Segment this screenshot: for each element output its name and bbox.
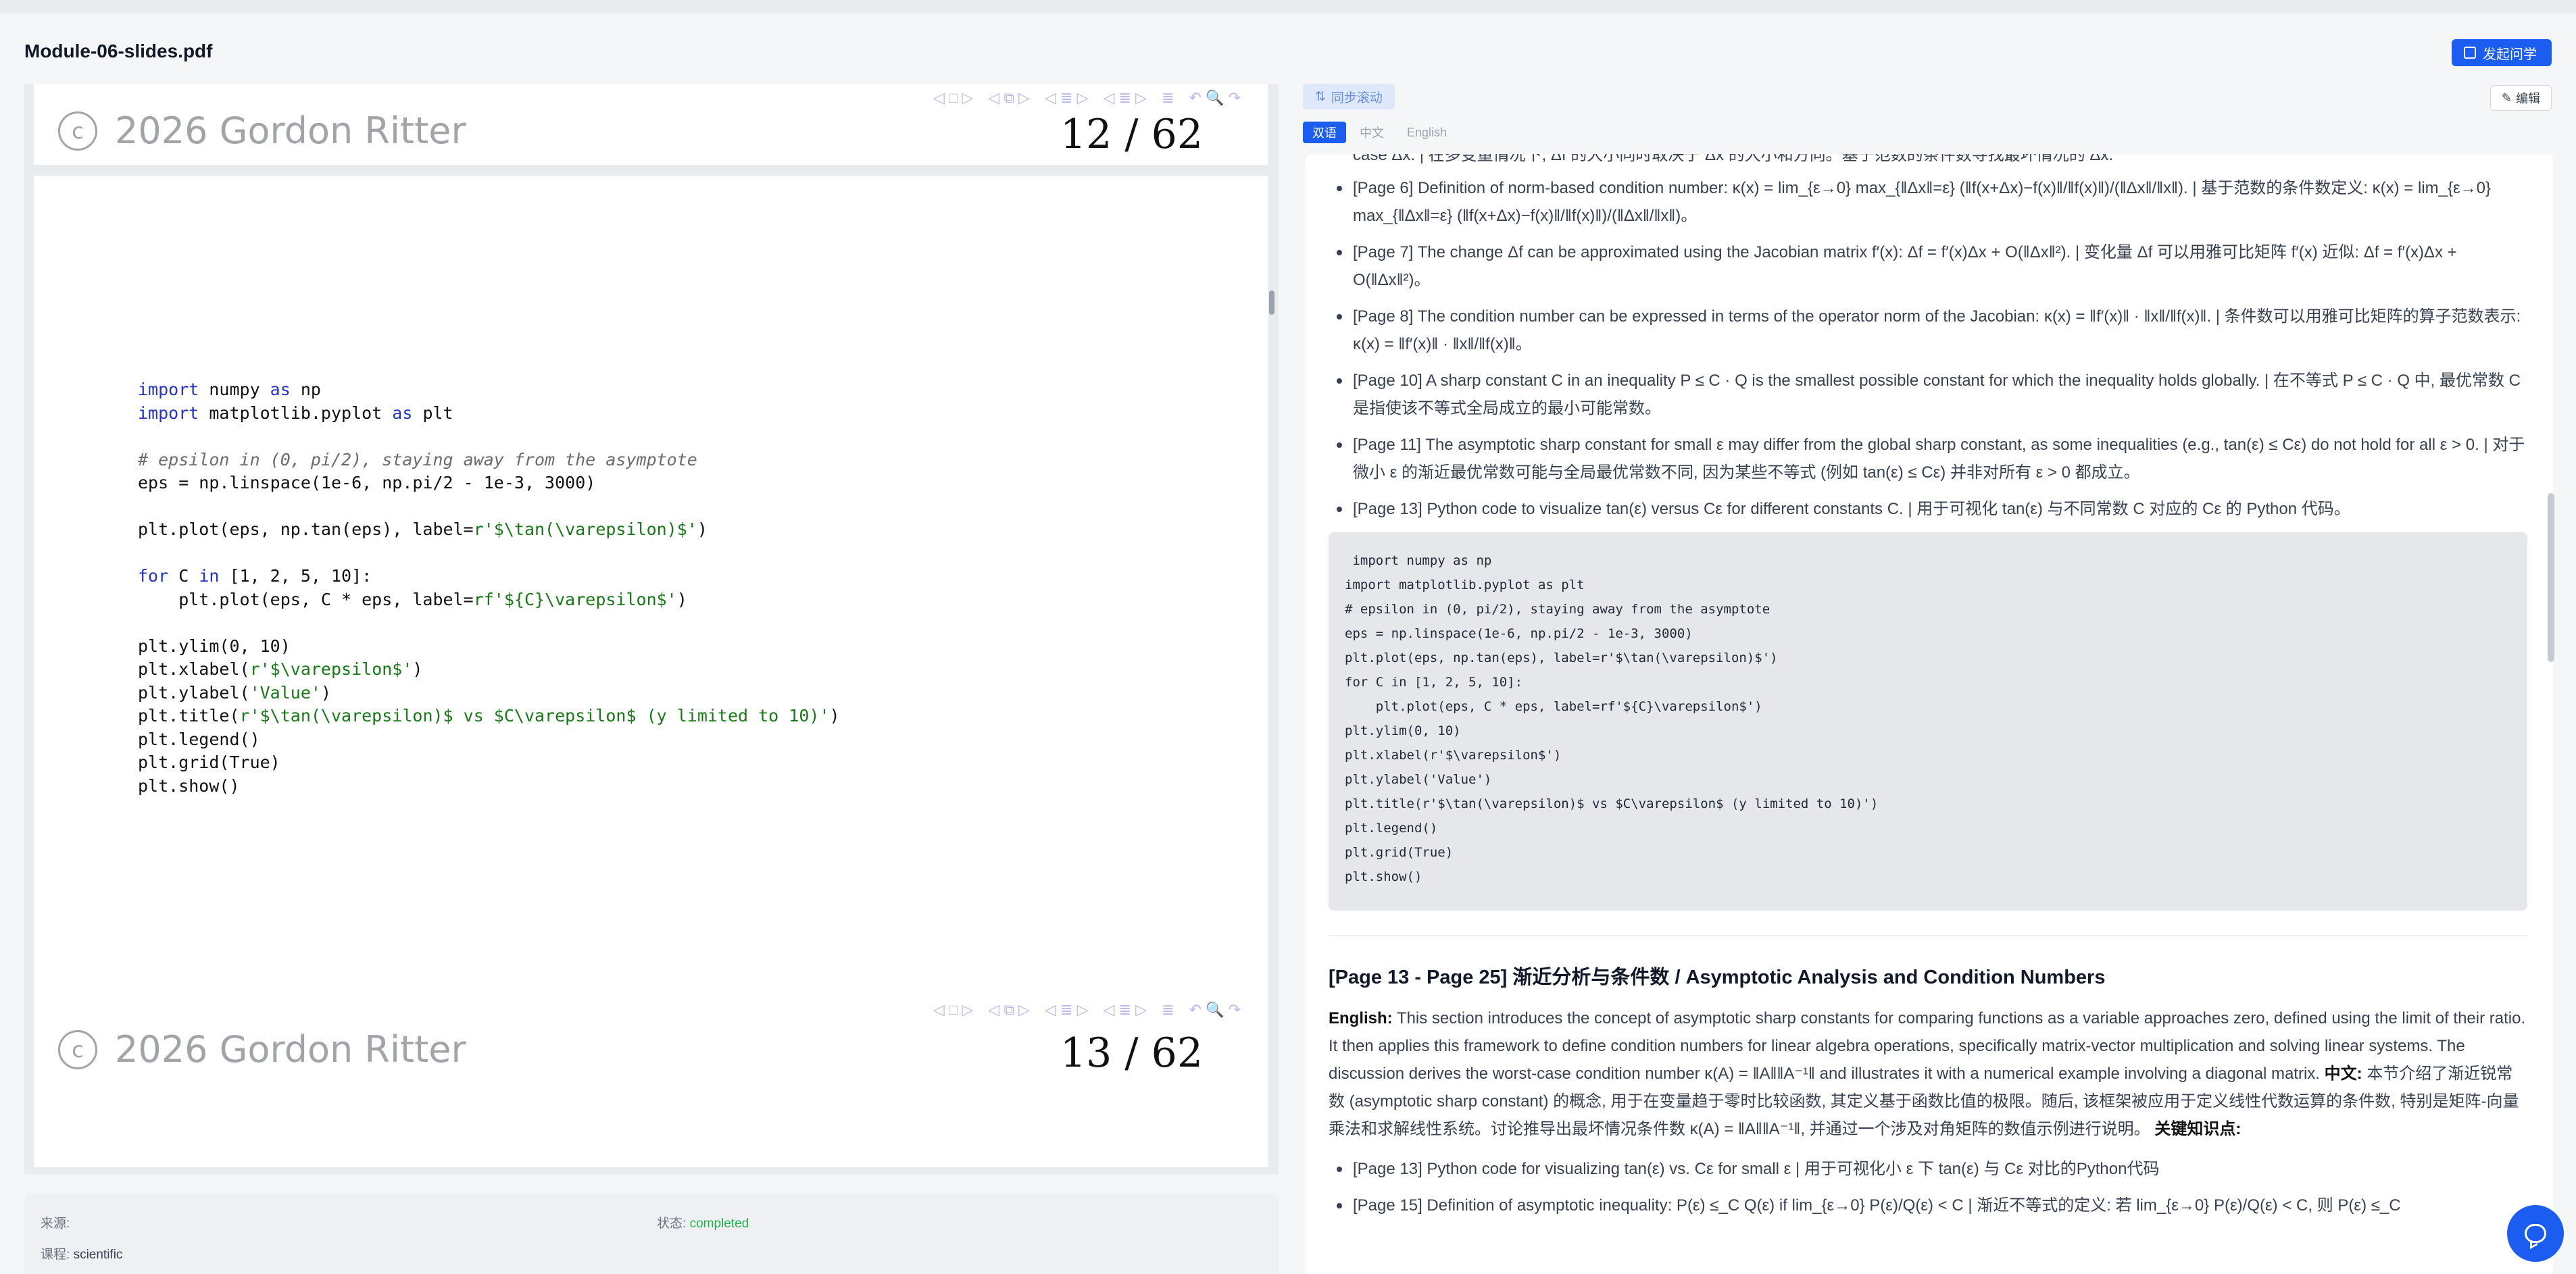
slide-13: import numpy as np import matplotlib.pyp…	[34, 176, 1268, 1167]
sync-label: 同步滚动	[1331, 91, 1383, 105]
beamer-navigation-13[interactable]: ◁ □ ▷ ◁ ⧉ ▷ ◁ ≣ ▷ ◁ ≣ ▷ ≣ ↶ 🔍 ↷	[933, 1001, 1241, 1019]
notes-scrollbar[interactable]	[2548, 493, 2554, 662]
nav-section-icon[interactable]: ◁ ≣ ▷	[1045, 1001, 1089, 1019]
nav-subsection-icon[interactable]: ◁ ⧉ ▷	[988, 89, 1030, 107]
key-points-list: [Page 6] Definition of norm-based condit…	[1329, 174, 2527, 523]
list-item: [Page 11] The asymptotic sharp constant …	[1329, 431, 2527, 486]
nav-toc-icon[interactable]: ≣	[1162, 1001, 1174, 1019]
page-number: 13 / 62	[1060, 1029, 1203, 1077]
chat-square-icon	[2464, 47, 2476, 59]
list-item: [Page 8] The condition number can be exp…	[1329, 303, 2527, 358]
nav-subsection-icon[interactable]: ◁ ⧉ ▷	[988, 1001, 1030, 1019]
ask-button-label: 发起问学	[2483, 47, 2537, 62]
nav-frame-icon[interactable]: ◁ □ ▷	[933, 89, 973, 107]
ask-button[interactable]: 发起问学	[2452, 39, 2552, 66]
tab-bilingual[interactable]: 双语	[1303, 122, 1346, 143]
list-item: [Page 10] A sharp constant C in an inequ…	[1329, 367, 2527, 422]
page-number: 12 / 62	[1060, 111, 1203, 158]
source-label: 来源:	[41, 1217, 70, 1231]
copyright-text: 2026 Gordon Ritter	[115, 109, 466, 152]
course-row: 课程: scientific	[41, 1244, 122, 1263]
pdf-viewer[interactable]: ◁ □ ▷ ◁ ⧉ ▷ ◁ ≣ ▷ ◁ ≣ ▷ ≣ ↶ 🔍 ↷ c 2026 G…	[24, 84, 1279, 1174]
nav-section-icon[interactable]: ◁ ≣ ▷	[1045, 89, 1089, 107]
sync-icon: ⇅	[1315, 89, 1326, 104]
list-item: [Page 6] Definition of norm-based condit…	[1329, 174, 2527, 230]
copyright-icon: c	[58, 1029, 97, 1069]
chat-bubble-icon	[2525, 1224, 2546, 1243]
slide-code: import numpy as np import matplotlib.pyp…	[138, 380, 840, 796]
code-block: import numpy as np import matplotlib.pyp…	[1329, 532, 2527, 911]
status-label: 状态:	[657, 1217, 687, 1231]
course-value: scientific	[73, 1248, 123, 1262]
section-title: [Page 13 - Page 25] 渐近分析与条件数 / Asymptoti…	[1329, 967, 2106, 988]
list-item: [Page 13] Python code to visualize tan(ε…	[1329, 495, 2527, 523]
document-meta: 来源: 状态: completed 课程: scientific	[24, 1193, 1279, 1274]
viewer-scrollbar[interactable]	[1269, 290, 1274, 315]
course-label: 课程:	[41, 1248, 70, 1262]
edit-button[interactable]: ✎ 编辑	[2490, 85, 2552, 111]
nav-frame-icon[interactable]: ◁ □ ▷	[933, 1001, 973, 1019]
source-row: 来源:	[41, 1213, 70, 1231]
chinese-label: 中文:	[2324, 1065, 2362, 1083]
english-label: English:	[1329, 1009, 1393, 1027]
list-item: [Page 13] Python code for visualizing ta…	[1329, 1155, 2527, 1183]
document-title: Module-06-slides.pdf	[24, 41, 213, 61]
key-points-label: 关键知识点:	[2154, 1120, 2241, 1138]
beamer-navigation[interactable]: ◁ □ ▷ ◁ ⧉ ▷ ◁ ≣ ▷ ◁ ≣ ▷ ≣ ↶ 🔍 ↷	[933, 89, 1241, 107]
key-points-list-2: [Page 13] Python code for visualizing ta…	[1329, 1155, 2527, 1219]
nav-search-icon[interactable]: ↶ 🔍 ↷	[1189, 1001, 1241, 1019]
pencil-icon: ✎	[2501, 91, 2512, 105]
slide-12-footer: ◁ □ ▷ ◁ ⧉ ▷ ◁ ≣ ▷ ◁ ≣ ▷ ≣ ↶ 🔍 ↷ c 2026 G…	[34, 84, 1268, 165]
nav-toc-icon[interactable]: ≣	[1162, 89, 1174, 107]
tab-chinese[interactable]: 中文	[1350, 122, 1393, 143]
status-value: completed	[689, 1217, 749, 1231]
top-strip	[0, 0, 2576, 14]
notes-content[interactable]: case Δx. | 在多变量情况下, Δf 的大小同时取决于 Δx 的大小和方…	[1306, 154, 2553, 1274]
edit-label: 编辑	[2516, 92, 2540, 105]
divider	[1329, 935, 2527, 936]
copyright: c 2026 Gordon Ritter	[58, 1028, 466, 1071]
sync-scroll-toggle[interactable]: ⇅ 同步滚动	[1303, 84, 1395, 109]
section-summary: English: This section introduces the con…	[1329, 1004, 2527, 1143]
status-row: 状态: completed	[657, 1213, 749, 1231]
list-item: [Page 15] Definition of asymptotic inequ…	[1329, 1192, 2527, 1219]
tab-english[interactable]: English	[1397, 122, 1456, 143]
copyright-text: 2026 Gordon Ritter	[115, 1028, 466, 1071]
language-tabs[interactable]: 双语 中文 English	[1303, 122, 1456, 143]
partial-line: case Δx. | 在多变量情况下, Δf 的大小同时取决于 Δx 的大小和方…	[1353, 154, 2114, 164]
nav-subsection2-icon[interactable]: ◁ ≣ ▷	[1104, 89, 1147, 107]
copyright-icon: c	[58, 111, 97, 151]
copyright: c 2026 Gordon Ritter	[58, 109, 466, 152]
nav-subsection2-icon[interactable]: ◁ ≣ ▷	[1104, 1001, 1147, 1019]
list-item: [Page 7] The change Δf can be approximat…	[1329, 238, 2527, 294]
nav-search-icon[interactable]: ↶ 🔍 ↷	[1189, 89, 1241, 107]
chat-fab[interactable]	[2507, 1205, 2564, 1262]
